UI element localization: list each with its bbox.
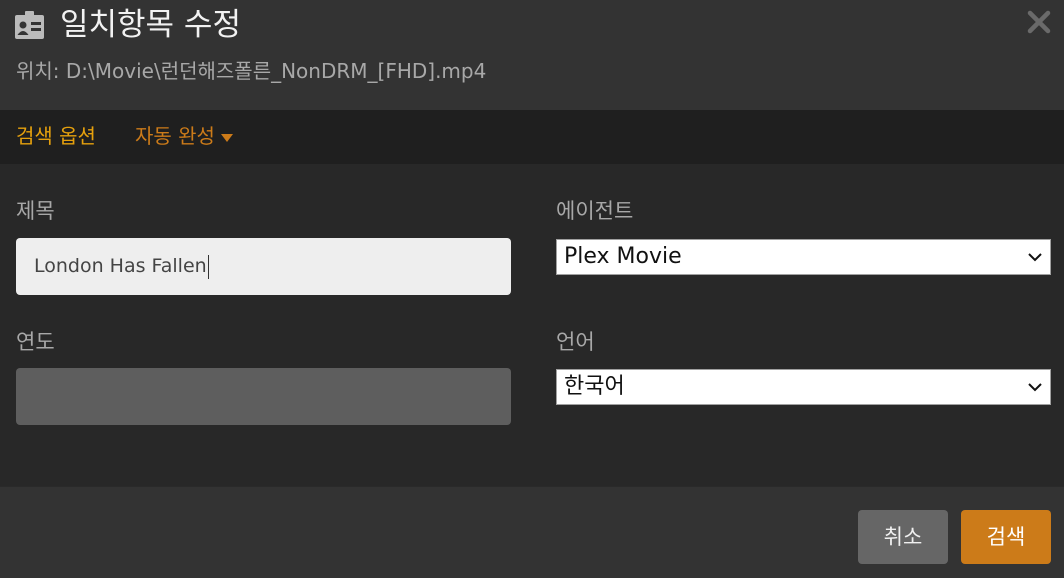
dialog-title: 일치항목 수정 [60,7,241,43]
language-select[interactable]: 한국어 [556,369,1051,405]
fix-match-dialog: 일치항목 수정 위치: D:\Movie\런던해즈폴른_NonDRM_[FHD]… [0,0,1064,578]
form-body: 제목 London Has Fallen 연도 에이전트 Plex Movie … [0,164,1064,486]
dialog-header: 일치항목 수정 위치: D:\Movie\런던해즈폴른_NonDRM_[FHD]… [0,0,1064,110]
search-button[interactable]: 검색 [961,510,1051,564]
agent-select-value: Plex Movie [564,244,682,269]
chevron-down-icon [1028,383,1042,392]
title-input-value: London Has Fallen [34,255,207,277]
chevron-down-icon [1028,253,1042,262]
title-label: 제목 [16,199,55,223]
caret-down-icon [220,133,233,142]
autocomplete-label: 자동 완성 [135,124,215,148]
file-location: 위치: D:\Movie\런던해즈폴른_NonDRM_[FHD].mp4 [16,59,487,83]
close-icon[interactable] [1026,9,1052,35]
language-select-value: 한국어 [564,374,625,399]
language-label: 언어 [556,330,595,354]
dialog-footer: 취소 검색 [0,486,1064,578]
id-card-icon [15,11,44,39]
year-input[interactable] [16,368,511,425]
text-caret [207,254,209,279]
year-label: 연도 [16,330,55,354]
agent-label: 에이전트 [556,199,634,223]
search-options-tab[interactable]: 검색 옵션 [16,123,96,149]
options-bar: 검색 옵션 자동 완성 [0,110,1064,164]
autocomplete-dropdown[interactable]: 자동 완성 [135,123,233,149]
cancel-button[interactable]: 취소 [858,510,948,564]
agent-select[interactable]: Plex Movie [556,239,1051,275]
title-input[interactable]: London Has Fallen [16,238,511,295]
